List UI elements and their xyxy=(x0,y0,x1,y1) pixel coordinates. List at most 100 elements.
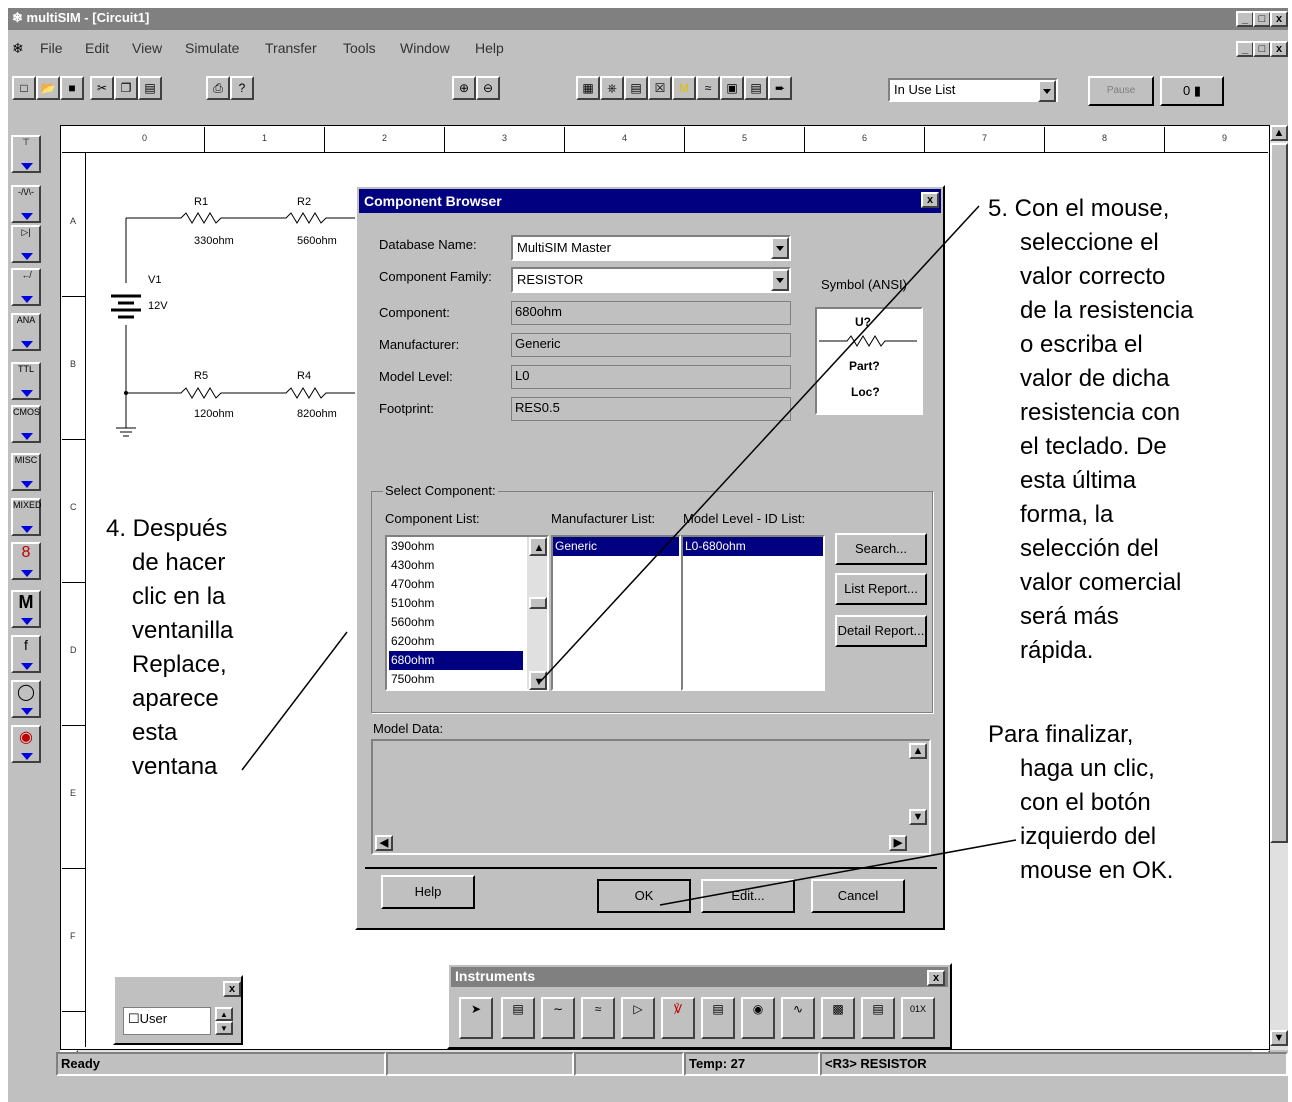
transistors-icon[interactable]: ↚ xyxy=(11,268,41,306)
basic-icon[interactable]: -/\/\- xyxy=(11,185,41,223)
scroll-thumb[interactable] xyxy=(529,597,547,609)
doc-restore-button[interactable]: □ xyxy=(1253,41,1271,57)
print-icon[interactable]: ⎙ xyxy=(206,76,230,100)
close-button[interactable]: x xyxy=(1270,11,1288,27)
netlist-icon[interactable]: ☒ xyxy=(648,76,672,100)
controls-icon[interactable]: f xyxy=(11,635,41,673)
open-icon[interactable]: 📂 xyxy=(36,76,60,100)
copy-icon[interactable]: ❐ xyxy=(114,76,138,100)
menu-window[interactable]: Window xyxy=(400,40,450,56)
help-button[interactable]: Help xyxy=(381,875,475,909)
scroll-up-icon[interactable]: ▲ xyxy=(1270,125,1288,141)
cancel-button[interactable]: Cancel xyxy=(811,879,905,913)
component-icon[interactable]: ▦ xyxy=(576,76,600,100)
doc-close-button[interactable]: x xyxy=(1270,41,1288,57)
component-list-item[interactable]: 680ohm xyxy=(389,651,523,670)
ttl-icon[interactable]: TTL xyxy=(11,362,41,400)
help-icon[interactable]: ? xyxy=(230,76,254,100)
description-icon[interactable]: ▤ xyxy=(744,76,768,100)
in-use-list-select[interactable]: In Use List xyxy=(888,78,1058,102)
layout-icon[interactable]: ▣ xyxy=(720,76,744,100)
component-list[interactable]: 390ohm 430ohm 470ohm 510ohm 560ohm 620ohm 680o… xyxy=(385,535,549,691)
new-icon[interactable]: □ xyxy=(12,76,36,100)
component-list-scrollbar[interactable] xyxy=(527,537,547,689)
scroll-down-icon[interactable]: ▼ xyxy=(1270,1030,1288,1046)
scroll-down-icon[interactable]: ▼ xyxy=(529,671,547,690)
menu-file[interactable]: File xyxy=(40,40,63,56)
component-list-item[interactable]: 430ohm xyxy=(389,556,523,575)
spin-up-icon[interactable]: ▲ xyxy=(215,1007,233,1021)
scroll-right-icon[interactable]: ▶ xyxy=(889,835,907,851)
list-report-button[interactable]: List Report... xyxy=(835,573,927,605)
chevron-down-icon[interactable] xyxy=(1038,80,1056,102)
transfer-icon[interactable]: ➨ xyxy=(768,76,792,100)
chevron-down-icon[interactable] xyxy=(771,237,789,259)
network-analyzer-icon[interactable]: 01X xyxy=(901,997,935,1039)
vertical-scroll-thumb[interactable] xyxy=(1270,143,1288,843)
family-select[interactable]: RESISTOR xyxy=(511,267,791,293)
logic-converter-icon[interactable]: ◉ xyxy=(741,997,775,1039)
scroll-up-icon[interactable]: ▲ xyxy=(529,537,547,556)
model-list[interactable]: L0-680ohm xyxy=(681,535,825,691)
menu-edit[interactable]: Edit xyxy=(85,40,109,56)
cut-icon[interactable]: ✂ xyxy=(90,76,114,100)
doc-minimize-button[interactable]: _ xyxy=(1236,41,1254,57)
manufacturer-list[interactable]: Generic xyxy=(551,535,681,691)
menu-help[interactable]: Help xyxy=(475,40,504,56)
edit-button[interactable]: Edit... xyxy=(701,879,795,913)
menu-transfer[interactable]: Transfer xyxy=(265,40,317,56)
electromechanical-icon[interactable]: ◉ xyxy=(11,725,41,763)
instruments-close-button[interactable]: x xyxy=(927,970,945,986)
component-list-item[interactable]: 510ohm xyxy=(389,594,523,613)
zoom-out-icon[interactable]: ⊖ xyxy=(476,76,500,100)
component-list-item[interactable]: 620ohm xyxy=(389,632,523,651)
model-list-item[interactable]: L0-680ohm xyxy=(683,537,823,556)
indicators-icon[interactable]: 8 xyxy=(11,542,41,580)
model-data-area[interactable]: ▲ ▼ ◀ ▶ xyxy=(371,739,931,855)
rf-icon[interactable]: ◯ xyxy=(11,680,41,718)
detail-report-button[interactable]: Detail Report... xyxy=(835,615,927,647)
menu-view[interactable]: View xyxy=(132,40,162,56)
wattmeter-icon[interactable]: ∿ xyxy=(781,997,815,1039)
component-list-item[interactable]: 470ohm xyxy=(389,575,523,594)
oscilloscope-icon[interactable]: ≈ xyxy=(581,997,615,1039)
misc-icon[interactable]: M xyxy=(11,590,41,628)
spin-down-icon[interactable]: ▼ xyxy=(215,1021,233,1035)
probe-icon[interactable]: ⎈ xyxy=(600,76,624,100)
chevron-down-icon[interactable] xyxy=(771,269,789,291)
search-button[interactable]: Search... xyxy=(835,533,927,565)
minimize-button[interactable]: _ xyxy=(1236,11,1254,27)
manufacturer-list-item[interactable]: Generic xyxy=(553,537,679,556)
waveform-icon[interactable]: ≈ xyxy=(696,76,720,100)
cmos-icon[interactable]: CMOS xyxy=(11,405,41,443)
component-list-item[interactable]: 560ohm xyxy=(389,613,523,632)
analysis-icon[interactable]: ▤ xyxy=(624,76,648,100)
dialog-close-button[interactable]: x xyxy=(921,192,939,208)
checkbox-box[interactable]: ☐ xyxy=(128,1011,140,1026)
pause-button[interactable]: Pause xyxy=(1088,76,1154,106)
paste-icon[interactable]: ▤ xyxy=(138,76,162,100)
save-icon[interactable]: ■ xyxy=(60,76,84,100)
logic-analyzer-icon[interactable]: ▤ xyxy=(701,997,735,1039)
grapher-icon[interactable]: M xyxy=(672,76,696,100)
power-switch[interactable]: 0 ▮ xyxy=(1160,76,1224,106)
component-list-item[interactable]: 750ohm xyxy=(389,670,523,689)
ok-button[interactable]: OK xyxy=(597,879,691,913)
scroll-up-icon[interactable]: ▲ xyxy=(909,743,927,759)
diodes-icon[interactable]: ▷| xyxy=(11,225,41,263)
misc-digital-icon[interactable]: MISC xyxy=(11,453,41,491)
menu-simulate[interactable]: Simulate xyxy=(185,40,239,56)
scroll-down-icon[interactable]: ▼ xyxy=(909,809,927,825)
multimeter-icon[interactable]: ▤ xyxy=(501,997,535,1039)
menu-tools[interactable]: Tools xyxy=(343,40,376,56)
maximize-button[interactable]: □ xyxy=(1253,11,1271,27)
database-select[interactable]: MultiSIM Master xyxy=(511,235,791,261)
scroll-left-icon[interactable]: ◀ xyxy=(375,835,393,851)
word-generator-icon[interactable]: ℣ xyxy=(661,997,695,1039)
zoom-in-icon[interactable]: ⊕ xyxy=(452,76,476,100)
user-checkbox[interactable]: ☐User xyxy=(123,1007,211,1035)
component-list-item[interactable]: 390ohm xyxy=(389,537,523,556)
mixed-icon[interactable]: MIXED xyxy=(11,498,42,536)
function-generator-icon[interactable]: ∼ xyxy=(541,997,575,1039)
spectrum-analyzer-icon[interactable]: ▤ xyxy=(861,997,895,1039)
